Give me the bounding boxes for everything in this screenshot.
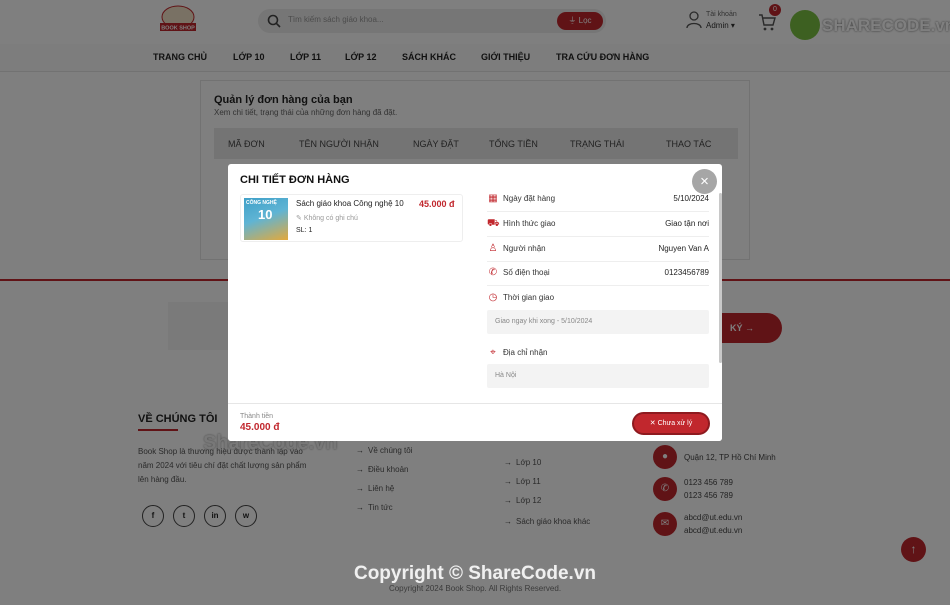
order-item-card: CÔNG NGHỆ 10 Sách giáo khoa Công nghệ 10…	[240, 194, 463, 242]
copyright-watermark: Copyright © ShareCode.vn	[353, 563, 597, 584]
product-name: Sách giáo khoa Công nghệ 10	[296, 199, 404, 208]
location-pin-icon: ⌖	[490, 347, 496, 358]
phone-row: ✆ Số điện thoại 0123456789	[487, 262, 709, 286]
order-date-value: 5/10/2024	[673, 194, 709, 203]
delivery-time-label: Thời gian giao	[503, 293, 555, 302]
clock-icon: ◷	[488, 292, 498, 303]
order-detail-modal: CHI TIẾT ĐƠN HÀNG × CÔNG NGHỆ 10 Sách gi…	[228, 164, 722, 441]
total-label: Thành tiền	[240, 413, 274, 420]
status-button[interactable]: ✕ Chưa xử lý	[632, 412, 710, 435]
delivery-method-row: ⛟ Hình thức giao Giao tận nơi	[487, 213, 709, 237]
modal-scrollbar[interactable]	[719, 193, 722, 363]
cover-caption: CÔNG NGHỆ	[246, 200, 277, 206]
phone-value: 0123456789	[664, 268, 710, 277]
modal-title: CHI TIẾT ĐƠN HÀNG	[240, 174, 350, 186]
truck-icon: ⛟	[487, 218, 500, 229]
delivery-time-row: ◷ Thời gian giao	[487, 287, 709, 311]
receiver-value: Nguyen Van A	[658, 244, 709, 253]
calendar-icon: ▦	[488, 193, 498, 204]
product-note: ✎ Không có ghi chú	[296, 215, 358, 222]
product-price: 45.000 đ	[419, 199, 455, 209]
phone-label: Số điện thoại	[503, 268, 550, 277]
address-field: Hà Nội	[487, 364, 709, 388]
pencil-icon: ✎	[296, 215, 304, 222]
person-icon: ♙	[488, 243, 498, 254]
total-value: 45.000 đ	[240, 422, 280, 433]
receiver-label: Người nhận	[503, 244, 546, 253]
delivery-method-value: Giao tận nơi	[665, 219, 709, 228]
address-label: Địa chỉ nhận	[503, 348, 548, 357]
delivery-time-field: Giao ngay khi xong - 5/10/2024	[487, 310, 709, 334]
book-cover-image: CÔNG NGHỆ 10	[244, 198, 288, 240]
delivery-method-label: Hình thức giao	[503, 219, 556, 228]
x-icon: ✕	[649, 420, 658, 427]
cover-number: 10	[258, 207, 273, 222]
modal-footer: Thành tiền 45.000 đ ✕ Chưa xử lý	[228, 403, 722, 441]
receiver-row: ♙ Người nhận Nguyen Van A	[487, 238, 709, 262]
product-quantity: SL: 1	[296, 227, 313, 234]
phone-icon: ✆	[488, 267, 498, 278]
order-date-label: Ngày đặt hàng	[503, 194, 556, 203]
address-row: ⌖ Địa chỉ nhận	[487, 342, 709, 366]
order-date-row: ▦ Ngày đặt hàng 5/10/2024	[487, 188, 709, 212]
